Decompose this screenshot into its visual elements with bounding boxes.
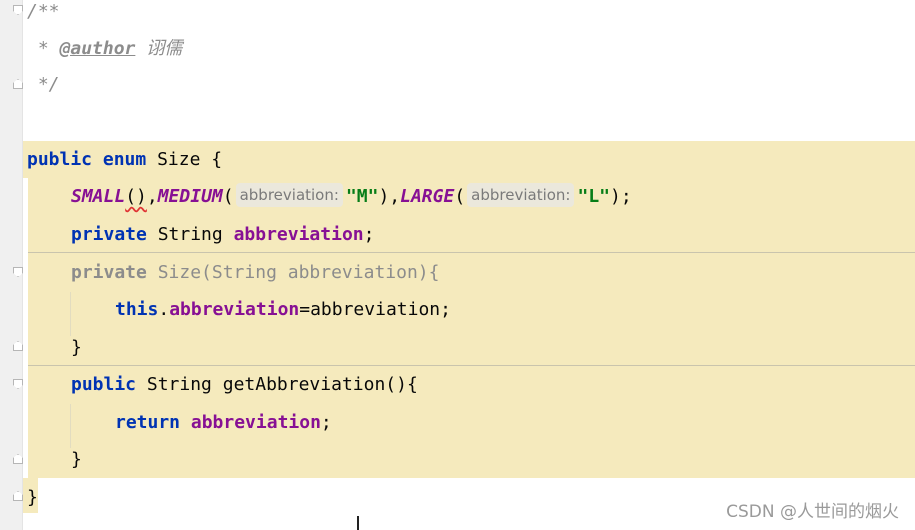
code-line: } <box>71 441 82 478</box>
enum-constant-small: SMALL <box>71 186 126 207</box>
method-signature: String getAbbreviation(){ <box>146 374 418 395</box>
paren-close-semicolon: ); <box>610 186 632 207</box>
brace-close: } <box>71 449 82 470</box>
semicolon: ; <box>320 412 332 433</box>
code-line: private String abbreviation; <box>71 216 374 253</box>
comma: , <box>146 186 158 207</box>
doc-comment-open: /** <box>27 1 60 22</box>
string-l: "L" <box>577 186 610 207</box>
parameter-hint: abbreviation: <box>235 183 343 207</box>
keyword-return: return <box>115 412 181 433</box>
semicolon: ; <box>363 224 375 245</box>
constructor-signature: Size(String abbreviation){ <box>157 262 440 283</box>
keyword-enum: enum <box>102 149 147 170</box>
assignment: =abbreviation; <box>299 299 451 320</box>
code-line: private Size(String abbreviation){ <box>71 254 439 291</box>
field-name: abbreviation <box>190 412 321 433</box>
brace-close: } <box>71 337 82 358</box>
doc-author-tag: @author <box>59 38 136 59</box>
code-line: public enum Size { <box>27 141 222 178</box>
paren-open: ( <box>454 186 466 207</box>
field-name: abbreviation <box>233 224 364 245</box>
keyword-public: public <box>27 149 93 170</box>
brace-open: { <box>211 149 223 170</box>
doc-comment-star: * <box>27 38 60 59</box>
code-line: SMALL(),MEDIUM(abbreviation: "M"),LARGE(a… <box>71 178 632 215</box>
parameter-hint: abbreviation: <box>467 183 575 207</box>
doc-comment-close: */ <box>27 74 60 95</box>
warning-parens: () <box>125 186 147 207</box>
code-editor[interactable]: /** * @author 诩儒 */ public enum Size { S… <box>23 0 915 530</box>
brace-close: } <box>27 487 38 508</box>
keyword-this: this <box>115 299 159 320</box>
editor-gutter <box>0 0 23 530</box>
field-type: String <box>157 224 223 245</box>
watermark: CSDN @人世间的烟火 <box>726 502 899 522</box>
code-line: } <box>27 479 38 516</box>
keyword-private-dim: private <box>71 262 147 283</box>
keyword-public: public <box>71 374 137 395</box>
code-line: return abbreviation; <box>115 404 332 441</box>
code-line: } <box>71 329 82 366</box>
code-line: public String getAbbreviation(){ <box>71 366 418 403</box>
code-line: this.abbreviation=abbreviation; <box>115 291 451 328</box>
enum-constant-medium: MEDIUM <box>157 186 223 207</box>
doc-author-name: 诩儒 <box>135 38 183 59</box>
code-line: /** <box>27 0 60 30</box>
keyword-private: private <box>71 224 147 245</box>
enum-constant-large: LARGE <box>400 186 455 207</box>
field-name: abbreviation <box>169 299 300 320</box>
enum-name: Size <box>157 149 201 170</box>
dot: . <box>158 299 170 320</box>
text-cursor <box>357 516 359 530</box>
code-line: * @author 诩儒 <box>27 30 182 67</box>
code-line: */ <box>27 66 60 103</box>
string-m: "M" <box>345 186 379 207</box>
paren-open: ( <box>222 186 234 207</box>
